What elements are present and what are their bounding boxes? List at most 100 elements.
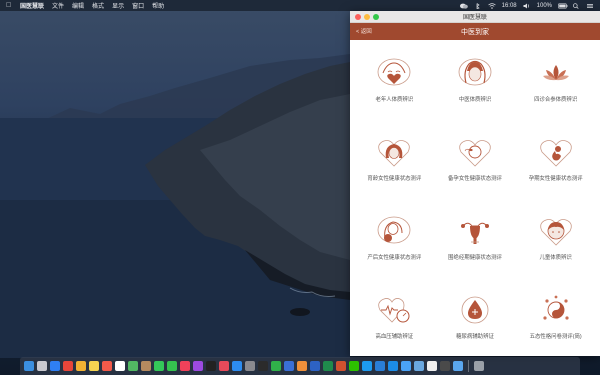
notes-icon[interactable] (89, 361, 99, 371)
messages-icon[interactable] (154, 361, 164, 371)
close-window-button[interactable] (355, 14, 361, 20)
menu-bar:  国医慧联 文件 编辑 格式 显示 窗口 帮助 16:08 100% (0, 0, 600, 11)
assessment-label: 孕期女性健康状态测评 (528, 175, 583, 182)
window-titlebar[interactable]: 国医慧联 (350, 11, 600, 23)
volume-icon[interactable] (523, 3, 531, 9)
blood-drop-icon (461, 296, 489, 323)
battery-percent[interactable]: 100% (537, 3, 552, 9)
word-icon[interactable] (310, 361, 320, 371)
app-window: 国医慧联 < 返回 中医到家 老年人体质辨识 中医体质辨识 四诊合参体质辨识 育… (350, 11, 600, 356)
dock (20, 357, 580, 375)
assessment-item-fertile-women[interactable]: 育龄女性健康状态测评 (354, 119, 435, 198)
calendar-icon[interactable] (102, 361, 112, 371)
menu-edit[interactable]: 编辑 (72, 1, 84, 10)
child-heart-icon (539, 218, 572, 246)
apple-icon[interactable]:  (6, 2, 16, 9)
assessment-label: 育龄女性健康状态测评 (367, 175, 422, 182)
tv-icon[interactable] (206, 361, 216, 371)
fetus-heart-icon (539, 139, 572, 167)
minimize-window-button[interactable] (364, 14, 370, 20)
podcasts-icon[interactable] (193, 361, 203, 371)
menu-help[interactable]: 帮助 (152, 1, 164, 10)
menu-view[interactable]: 显示 (112, 1, 124, 10)
uterus-icon (460, 222, 489, 244)
assessment-item-children[interactable]: 儿童体质辨识 (515, 198, 596, 277)
wechat-status-icon[interactable] (459, 3, 468, 9)
numbers-icon[interactable] (271, 361, 281, 371)
facetime-icon[interactable] (167, 361, 177, 371)
keynote-icon[interactable] (284, 361, 294, 371)
powerpoint-icon[interactable] (336, 361, 346, 371)
assessment-item-pregnancy-prep[interactable]: 备孕女性健康状态测评 (435, 119, 516, 198)
assessment-label: 糖尿病辅助辨证 (456, 333, 494, 340)
assessment-item-elderly[interactable]: 老年人体质辨识 (354, 40, 435, 119)
excel-icon[interactable] (323, 361, 333, 371)
menu-window[interactable]: 窗口 (132, 1, 144, 10)
contacts-icon[interactable] (141, 361, 151, 371)
assessment-item-personality[interactable]: 五态性格问卷测评(简) (515, 277, 596, 356)
wechat-icon[interactable] (349, 361, 359, 371)
chrome-icon[interactable] (63, 361, 73, 371)
sperm-heart-icon (459, 139, 491, 167)
dock-separator (468, 360, 469, 372)
safari-icon[interactable] (50, 361, 60, 371)
menu-app-name[interactable]: 国医慧联 (20, 1, 44, 10)
mail-icon[interactable] (401, 361, 411, 371)
assessment-item-pregnant-women[interactable]: 孕期女性健康状态测评 (515, 119, 596, 198)
maps-icon[interactable] (128, 361, 138, 371)
assessment-label: 四诊合参体质辨识 (534, 96, 578, 103)
assessment-label: 老年人体质辨识 (375, 96, 414, 103)
face-heart-icon (458, 58, 492, 85)
assessment-label: 儿童体质辨识 (539, 254, 572, 261)
bluetooth-icon[interactable] (474, 2, 482, 9)
downloads-icon[interactable] (453, 361, 463, 371)
back-button[interactable]: < 返回 (356, 27, 372, 35)
assessment-label: 五态性格问卷测评(简) (529, 333, 582, 340)
settings-icon[interactable] (245, 361, 255, 371)
yin-yang-icon (543, 295, 569, 320)
zoom-window-button[interactable] (373, 14, 379, 20)
assessment-item-diabetes[interactable]: 糖尿病辅助辨证 (435, 277, 516, 356)
appstore-icon[interactable] (232, 361, 242, 371)
launchpad-icon[interactable] (37, 361, 47, 371)
activity-icon[interactable] (440, 361, 450, 371)
woman-heart-icon (378, 139, 411, 167)
news-icon[interactable] (219, 361, 229, 371)
music-icon[interactable] (180, 361, 190, 371)
photos-icon[interactable] (76, 361, 86, 371)
menu-format[interactable]: 格式 (92, 1, 104, 10)
battery-icon[interactable] (558, 3, 568, 9)
pages-icon[interactable] (297, 361, 307, 371)
status-area: 16:08 100% (459, 2, 594, 9)
qq-icon[interactable] (362, 361, 372, 371)
assessment-item-hypertension[interactable]: 高血压辅助辨证 (354, 277, 435, 356)
assessment-item-four-diagnosis[interactable]: 四诊合参体质辨识 (515, 40, 596, 119)
assessment-label: 围绝经期健康状态测评 (448, 254, 502, 261)
menu-file[interactable]: 文件 (52, 1, 64, 10)
assessment-label: 产后女性健康状态测评 (367, 254, 422, 261)
assessment-item-postpartum[interactable]: 产后女性健康状态测评 (354, 198, 435, 277)
nav-title: 中医到家 (461, 28, 489, 36)
terminal-icon[interactable] (258, 361, 268, 371)
nav-bar: < 返回 中医到家 (350, 23, 600, 40)
control-center-icon[interactable] (586, 3, 594, 9)
vscode-icon[interactable] (375, 361, 385, 371)
assessment-item-menopause[interactable]: 围绝经期健康状态测评 (435, 198, 516, 277)
reminders-icon[interactable] (115, 361, 125, 371)
elderly-heart-icon (377, 58, 411, 85)
wifi-icon[interactable] (487, 2, 496, 9)
mother-baby-icon (377, 216, 411, 243)
pressure-heart-icon (378, 297, 410, 323)
assessment-label: 中医体质辨识 (458, 96, 492, 103)
trash-icon[interactable] (474, 361, 484, 371)
textedit-icon[interactable] (427, 361, 437, 371)
finder-icon[interactable] (24, 361, 34, 371)
assessment-label: 备孕女性健康状态测评 (448, 175, 502, 182)
clock-text[interactable]: 16:08 (502, 3, 517, 9)
xcode-icon[interactable] (388, 361, 398, 371)
search-icon[interactable] (572, 2, 580, 9)
assessment-label: 高血压辅助辨证 (375, 333, 414, 340)
preview-icon[interactable] (414, 361, 424, 371)
assessment-grid: 老年人体质辨识 中医体质辨识 四诊合参体质辨识 育龄女性健康状态测评 备孕女性健… (350, 40, 600, 356)
assessment-item-constitution[interactable]: 中医体质辨识 (435, 40, 516, 119)
